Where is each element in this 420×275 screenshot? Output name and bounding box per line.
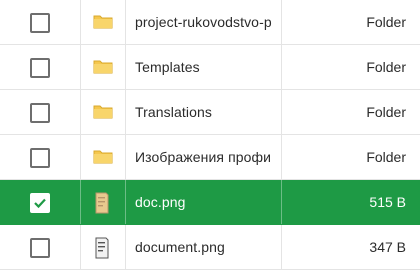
- image-file-icon: [95, 192, 109, 214]
- row-checkbox[interactable]: [30, 58, 50, 78]
- checkmark-icon: [34, 198, 46, 209]
- image-file-icon: [95, 237, 109, 259]
- icon-cell: [81, 0, 126, 44]
- file-size-cell: Folder: [282, 90, 406, 134]
- file-name: document.png: [135, 239, 225, 255]
- icon-cell: [81, 135, 126, 179]
- checkbox-cell[interactable]: [0, 45, 81, 89]
- file-name-cell[interactable]: project-rukovodstvo-p: [126, 0, 282, 44]
- file-name: Translations: [135, 104, 212, 120]
- file-row[interactable]: Templates Folder: [0, 45, 420, 90]
- file-size: Folder: [366, 104, 406, 120]
- row-checkbox[interactable]: [30, 148, 50, 168]
- file-size: 347 B: [369, 239, 406, 255]
- row-checkbox[interactable]: [30, 238, 50, 258]
- file-size-cell: 347 B: [282, 225, 406, 269]
- checkbox-cell[interactable]: [0, 180, 81, 224]
- file-row-selected[interactable]: doc.png 515 B: [0, 180, 420, 225]
- checkbox-cell[interactable]: [0, 90, 81, 134]
- file-size-cell: Folder: [282, 45, 406, 89]
- file-name-cell[interactable]: Templates: [126, 45, 282, 89]
- file-row[interactable]: document.png 347 B: [0, 225, 420, 270]
- file-size: Folder: [366, 149, 406, 165]
- file-name-cell[interactable]: document.png: [126, 225, 282, 269]
- file-name-cell[interactable]: Translations: [126, 90, 282, 134]
- file-row[interactable]: project-rukovodstvo-p Folder: [0, 0, 420, 45]
- row-checkbox[interactable]: [30, 13, 50, 33]
- checkbox-cell[interactable]: [0, 0, 81, 44]
- checkbox-cell[interactable]: [0, 135, 81, 179]
- file-size: Folder: [366, 59, 406, 75]
- file-size: Folder: [366, 14, 406, 30]
- file-name: Изображения профи: [135, 149, 272, 165]
- file-size: 515 B: [369, 194, 406, 210]
- icon-cell: [81, 180, 126, 224]
- checkbox-cell[interactable]: [0, 225, 81, 269]
- file-name: project-rukovodstvo-p: [135, 14, 272, 30]
- file-name: doc.png: [135, 194, 186, 210]
- file-size-cell: 515 B: [282, 180, 406, 224]
- file-name-cell[interactable]: Изображения профи: [126, 135, 282, 179]
- file-row[interactable]: Изображения профи Folder: [0, 135, 420, 180]
- icon-cell: [81, 45, 126, 89]
- folder-icon: [93, 15, 113, 29]
- file-row[interactable]: Translations Folder: [0, 90, 420, 135]
- file-name: Templates: [135, 59, 200, 75]
- icon-cell: [81, 225, 126, 269]
- folder-icon: [93, 150, 113, 164]
- file-list: project-rukovodstvo-p Folder Templates F…: [0, 0, 420, 270]
- file-name-cell[interactable]: doc.png: [126, 180, 282, 224]
- row-checkbox-checked[interactable]: [30, 193, 50, 213]
- folder-icon: [93, 105, 113, 119]
- file-size-cell: Folder: [282, 0, 406, 44]
- icon-cell: [81, 90, 126, 134]
- row-checkbox[interactable]: [30, 103, 50, 123]
- file-size-cell: Folder: [282, 135, 406, 179]
- folder-icon: [93, 60, 113, 74]
